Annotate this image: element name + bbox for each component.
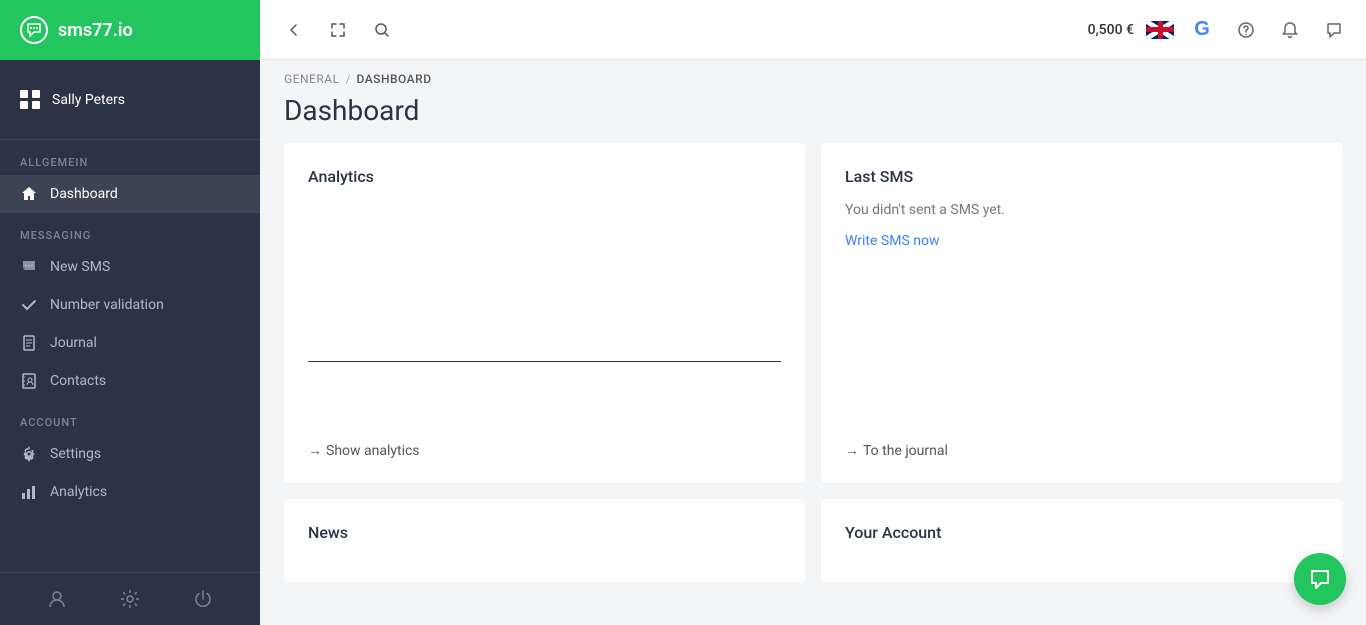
message-icon <box>20 258 38 276</box>
arrow-right-icon-2: → <box>845 442 859 459</box>
account-card-title: Your Account <box>845 523 1318 542</box>
to-journal-text: To the journal <box>863 443 948 459</box>
sidebar-item-settings-label: Settings <box>50 446 101 462</box>
sidebar-item-contacts-label: Contacts <box>50 373 106 389</box>
sidebar-item-number-validation[interactable]: Number validation <box>0 286 260 324</box>
power-icon[interactable] <box>193 589 213 609</box>
sidebar-item-dashboard-label: Dashboard <box>50 186 118 202</box>
account-card: Your Account <box>821 499 1342 582</box>
language-flag[interactable] <box>1146 21 1174 39</box>
gear-icon <box>20 445 38 463</box>
sidebar-user: Sally Peters <box>0 60 260 140</box>
chart-baseline <box>308 361 781 362</box>
search-button[interactable] <box>364 12 400 48</box>
show-analytics-link[interactable]: → Show analytics <box>308 442 420 459</box>
topbar-right: 0,500 € G <box>1088 14 1350 46</box>
sidebar-item-analytics-label: Analytics <box>50 484 107 500</box>
last-sms-card-title: Last SMS <box>845 167 1318 186</box>
sidebar-item-contacts[interactable]: Contacts <box>0 362 260 400</box>
bottom-grid: News Your Account <box>260 499 1366 598</box>
notification-icon[interactable] <box>1274 14 1306 46</box>
checkmark-icon <box>20 296 38 314</box>
analytics-card-title: Analytics <box>308 167 781 186</box>
no-sms-message: You didn't sent a SMS yet. <box>845 202 1318 218</box>
analytics-chart <box>308 202 781 402</box>
main-content: 0,500 € G <box>260 0 1366 625</box>
home-icon <box>20 185 38 203</box>
help-icon[interactable] <box>1230 14 1262 46</box>
logo-icon <box>20 16 48 44</box>
breadcrumb: GENERAL / DASHBOARD <box>260 60 1366 86</box>
section-label-allgemein: ALLGEMEIN <box>0 140 260 175</box>
analytics-card: Analytics → Show analytics <box>284 143 805 483</box>
back-button[interactable] <box>276 12 312 48</box>
show-analytics-text: Show analytics <box>326 443 420 459</box>
content-area: GENERAL / DASHBOARD Dashboard Analytics … <box>260 60 1366 625</box>
last-sms-card: Last SMS You didn't sent a SMS yet. Writ… <box>821 143 1342 483</box>
chat-float-button[interactable] <box>1294 553 1346 605</box>
book-icon <box>20 334 38 352</box>
balance: 0,500 € <box>1088 22 1134 38</box>
news-card: News <box>284 499 805 582</box>
to-journal-link[interactable]: → To the journal <box>845 442 948 459</box>
breadcrumb-parent: GENERAL <box>284 72 340 86</box>
breadcrumb-current: DASHBOARD <box>357 72 432 86</box>
profile-icon[interactable] <box>47 589 67 609</box>
news-card-title: News <box>308 523 781 542</box>
section-label-messaging: MESSAGING <box>0 213 260 248</box>
sidebar-item-analytics[interactable]: Analytics <box>0 473 260 511</box>
page-title-bar: Dashboard <box>260 86 1366 143</box>
sidebar-item-new-sms-label: New SMS <box>50 259 110 275</box>
contacts-icon <box>20 372 38 390</box>
write-sms-link[interactable]: Write SMS now <box>845 233 939 249</box>
sidebar-item-number-validation-label: Number validation <box>50 297 164 313</box>
google-icon[interactable]: G <box>1186 14 1218 46</box>
chat-icon[interactable] <box>1318 14 1350 46</box>
sidebar-item-new-sms[interactable]: New SMS <box>0 248 260 286</box>
arrow-right-icon: → <box>308 442 322 459</box>
topbar-left <box>276 12 1080 48</box>
breadcrumb-separator: / <box>346 72 351 86</box>
sidebar-bottom <box>0 572 260 625</box>
sidebar-item-settings[interactable]: Settings <box>0 435 260 473</box>
sidebar: sms77.io Sally Peters ALLGEMEIN Dashboar… <box>0 0 260 625</box>
sidebar-item-journal-label: Journal <box>50 335 97 351</box>
topbar: 0,500 € G <box>260 0 1366 60</box>
user-name: Sally Peters <box>52 92 125 108</box>
sidebar-item-dashboard[interactable]: Dashboard <box>0 175 260 213</box>
sidebar-item-journal[interactable]: Journal <box>0 324 260 362</box>
app-title: sms77.io <box>58 20 133 41</box>
settings-bottom-icon[interactable] <box>120 589 140 609</box>
app-logo[interactable]: sms77.io <box>0 0 260 60</box>
fullscreen-button[interactable] <box>320 12 356 48</box>
dashboard-grid: Analytics → Show analytics Last SMS You … <box>260 143 1366 499</box>
analytics-icon <box>20 483 38 501</box>
section-label-account: ACCOUNT <box>0 400 260 435</box>
grid-icon <box>20 90 40 109</box>
page-title: Dashboard <box>284 94 1342 127</box>
